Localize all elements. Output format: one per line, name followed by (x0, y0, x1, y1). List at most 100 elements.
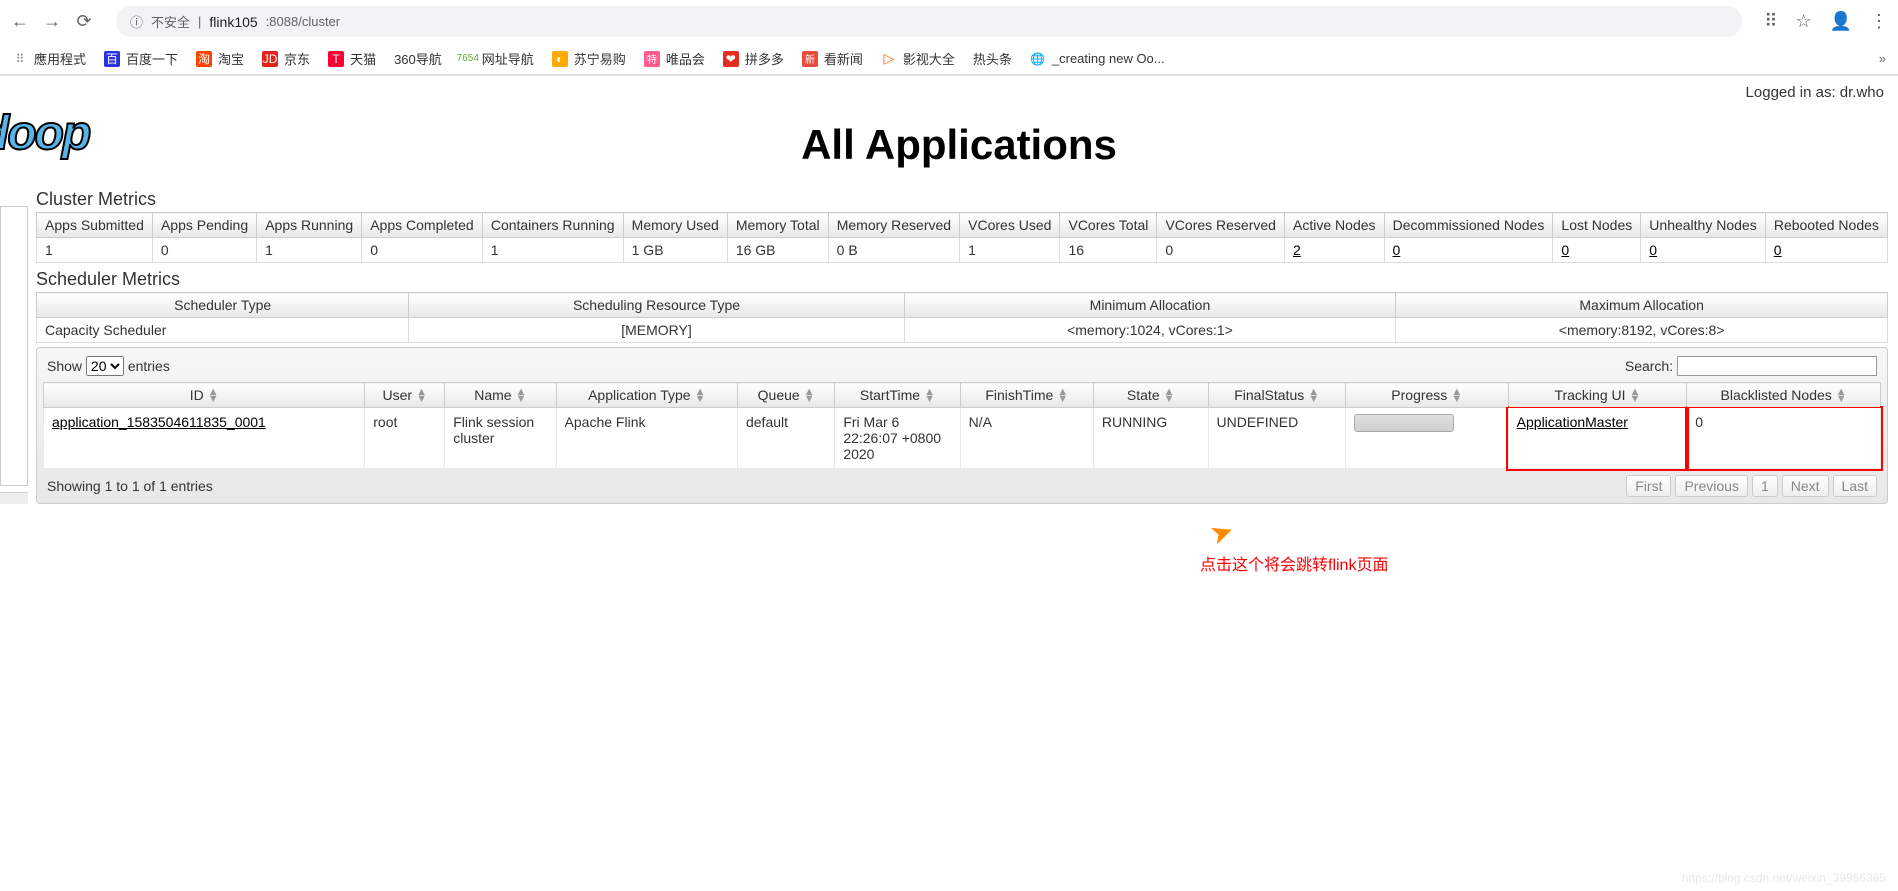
bookmark-label: 影视大全 (903, 49, 955, 68)
apps-header[interactable]: User▲▼ (365, 383, 445, 408)
star-icon[interactable]: ☆ (1795, 11, 1811, 32)
metric-link[interactable]: 0 (1561, 242, 1569, 258)
annotation-text: 点击这个将会跳转flink页面 (1200, 551, 1388, 575)
show-entries: Show 20 entries (47, 356, 170, 376)
pagination: FirstPrevious1NextLast (1626, 475, 1877, 497)
suning-icon: ◐ (552, 51, 568, 67)
cluster-metric-header: Lost Nodes (1553, 213, 1641, 238)
pagination-button[interactable]: Last (1833, 475, 1877, 497)
sort-icon: ▲▼ (1057, 389, 1068, 403)
cluster-metric-header: Apps Completed (362, 213, 483, 238)
apps-header[interactable]: Name▲▼ (445, 383, 556, 408)
bookmark-apps[interactable]: ⠿ 應用程式 (12, 49, 86, 68)
menu-icon[interactable]: ⋮ (1870, 11, 1888, 32)
sort-icon: ▲▼ (416, 389, 427, 403)
bookmarks-more[interactable]: » (1879, 51, 1886, 66)
apps-header[interactable]: Tracking UI▲▼ (1508, 383, 1687, 408)
apps-header[interactable]: FinishTime▲▼ (960, 383, 1093, 408)
globe-icon: 🌐 (1030, 51, 1046, 67)
metric-link[interactable]: 2 (1293, 242, 1301, 258)
url-path: :8088/cluster (266, 14, 340, 29)
chrome-right-icons: ⠿ ☆ 👤 ⋮ (1764, 11, 1888, 32)
taobao-icon: 淘 (196, 51, 212, 67)
bookmark-360nav[interactable]: 360导航 (394, 49, 442, 68)
reload-icon[interactable]: ⟳ (74, 12, 94, 32)
bookmark-label: 网址导航 (482, 49, 534, 68)
cell-blacklisted: 0 (1687, 408, 1881, 469)
cluster-metric-value: 1 GB (623, 238, 727, 263)
cluster-metric-value: 0 (1384, 238, 1553, 263)
cluster-metric-value: 16 GB (727, 238, 828, 263)
apps-header[interactable]: FinalStatus▲▼ (1208, 383, 1345, 408)
bookmark-wzdh[interactable]: 7654网址导航 (460, 49, 534, 68)
profile-icon[interactable]: 👤 (1830, 11, 1852, 32)
translate-icon[interactable]: ⠿ (1764, 11, 1777, 32)
sort-icon: ▲▼ (1630, 389, 1641, 403)
cell-apptype: Apache Flink (556, 408, 737, 469)
bookmark-kxw[interactable]: 新看新闻 (802, 49, 863, 68)
apps-header[interactable]: Blacklisted Nodes▲▼ (1687, 383, 1881, 408)
metric-link[interactable]: 0 (1649, 242, 1657, 258)
bookmark-suning[interactable]: ◐苏宁易购 (552, 49, 626, 68)
scheduler-metric-value: <memory:8192, vCores:8> (1396, 318, 1888, 343)
pdd-icon: ❤ (723, 51, 739, 67)
page-content: Logged in as: dr.who doop All Applicatio… (0, 76, 1898, 576)
cluster-metric-header: VCores Total (1060, 213, 1157, 238)
address-bar[interactable]: ⓘ 不安全 | flink105:8088/cluster (116, 6, 1742, 37)
scheduler-metric-value: <memory:1024, vCores:1> (904, 318, 1396, 343)
apps-header[interactable]: Application Type▲▼ (556, 383, 737, 408)
scheduler-metric-header: Minimum Allocation (904, 293, 1396, 318)
cluster-metric-header: Memory Reserved (828, 213, 959, 238)
apps-header[interactable]: ID▲▼ (44, 383, 365, 408)
cell-finalstatus: UNDEFINED (1208, 408, 1345, 469)
apps-header[interactable]: State▲▼ (1093, 383, 1208, 408)
apps-icon: ⠿ (12, 51, 28, 67)
cluster-metric-value: 1 (482, 238, 623, 263)
application-id-link[interactable]: application_1583504611835_0001 (52, 414, 266, 430)
sort-icon: ▲▼ (1308, 389, 1319, 403)
back-icon[interactable]: ← (10, 12, 30, 32)
apps-header[interactable]: Progress▲▼ (1345, 383, 1508, 408)
cluster-metrics-table: Apps SubmittedApps PendingApps RunningAp… (36, 212, 1888, 263)
sort-icon: ▲▼ (924, 389, 935, 403)
forward-icon[interactable]: → (42, 12, 62, 32)
tracking-ui-link[interactable]: ApplicationMaster (1517, 414, 1628, 430)
applications-table-wrapper: Show 20 entries Search: ID▲▼User▲▼Name▲▼… (36, 347, 1888, 504)
metric-link[interactable]: 0 (1393, 242, 1401, 258)
cluster-metric-header: VCores Used (960, 213, 1060, 238)
bookmark-label: 應用程式 (34, 49, 86, 68)
cluster-metric-value: 0 (1641, 238, 1765, 263)
cluster-metric-header: Memory Used (623, 213, 727, 238)
cluster-metric-value: 0 (362, 238, 483, 263)
show-label: Show (47, 358, 82, 374)
bookmark-tmall[interactable]: T天猫 (328, 49, 376, 68)
bookmark-label: 京东 (284, 49, 310, 68)
jd-icon: JD (262, 51, 278, 67)
bookmark-pdd[interactable]: ❤拼多多 (723, 49, 784, 68)
cluster-metric-value: 2 (1285, 238, 1385, 263)
apps-header[interactable]: Queue▲▼ (737, 383, 834, 408)
bookmark-vip[interactable]: 特唯品会 (644, 49, 705, 68)
bookmark-taobao[interactable]: 淘淘宝 (196, 49, 244, 68)
metric-link[interactable]: 0 (1774, 242, 1782, 258)
video-icon: ▷ (881, 51, 897, 67)
annotation-arrow-icon: ➤ (1205, 513, 1238, 552)
bookmark-rtt[interactable]: 热头条 (973, 49, 1012, 68)
bookmark-baidu[interactable]: 百百度一下 (104, 49, 178, 68)
scheduler-metric-header: Scheduler Type (37, 293, 409, 318)
bookmark-jd[interactable]: JD 京东 (262, 49, 310, 68)
sort-icon: ▲▼ (516, 389, 527, 403)
pagination-button[interactable]: First (1626, 475, 1671, 497)
bookmark-creating[interactable]: 🌐_creating new Oo... (1030, 51, 1165, 67)
apps-header[interactable]: StartTime▲▼ (835, 383, 960, 408)
pagination-button[interactable]: 1 (1752, 475, 1778, 497)
scheduler-metric-header: Scheduling Resource Type (409, 293, 904, 318)
entries-select[interactable]: 20 (86, 356, 124, 376)
pagination-button[interactable]: Next (1782, 475, 1829, 497)
scheduler-metrics-title: Scheduler Metrics (30, 269, 1888, 290)
search-input[interactable] (1677, 356, 1877, 376)
scheduler-metric-value: Capacity Scheduler (37, 318, 409, 343)
vip-icon: 特 (644, 51, 660, 67)
pagination-button[interactable]: Previous (1675, 475, 1747, 497)
bookmark-ysdq[interactable]: ▷ 影视大全 (881, 49, 955, 68)
